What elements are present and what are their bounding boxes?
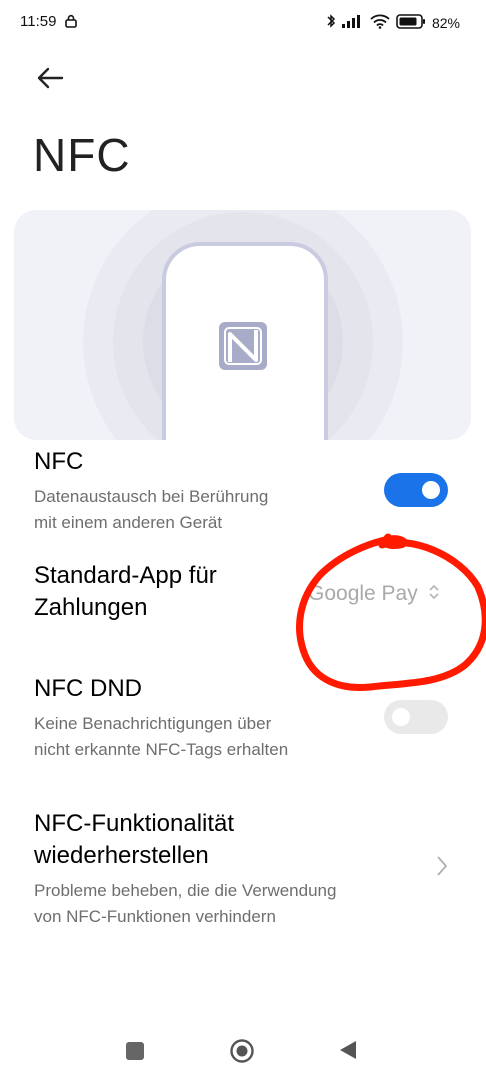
battery-percent: 82% bbox=[431, 15, 460, 31]
nfc-restore-row[interactable]: NFC-Funktionalität wiederherstellen Prob… bbox=[34, 808, 454, 928]
nfc-dnd-toggle[interactable] bbox=[384, 700, 448, 734]
restore-title-1: NFC-Funktionalität bbox=[34, 810, 235, 837]
signal-icon bbox=[341, 14, 364, 32]
restore-subtitle-2: von NFC-Funktionen verhindern bbox=[34, 907, 276, 926]
restore-title-2: wiederherstellen bbox=[34, 842, 209, 869]
nfc-dnd-title: NFC DND bbox=[34, 675, 142, 702]
page-title: NFC bbox=[33, 129, 131, 181]
wifi-icon bbox=[370, 14, 390, 33]
up-down-chevron-icon bbox=[428, 582, 440, 608]
nfc-setting-subtitle-2: mit einem anderen Gerät bbox=[34, 513, 223, 532]
home-button[interactable] bbox=[229, 1038, 255, 1069]
back-nav-button[interactable] bbox=[338, 1039, 358, 1066]
nfc-toggle[interactable] bbox=[384, 473, 448, 507]
status-icons: 82% bbox=[326, 13, 460, 33]
back-button[interactable] bbox=[34, 62, 66, 94]
battery-icon bbox=[396, 13, 426, 33]
nfc-illustration bbox=[14, 210, 471, 440]
lock-icon bbox=[64, 14, 77, 32]
chevron-right-icon bbox=[436, 855, 448, 882]
status-time: 11:59 bbox=[20, 13, 77, 32]
recents-button[interactable] bbox=[126, 1042, 144, 1060]
nfc-setting-title: NFC bbox=[34, 448, 84, 475]
nfc-dnd-subtitle-2: nicht erkannte NFC-Tags erhalten bbox=[34, 740, 289, 759]
restore-subtitle-1: Probleme beheben, die die Verwendung bbox=[34, 881, 337, 900]
payment-app-value[interactable]: Google Pay bbox=[308, 582, 440, 608]
nfc-logo-icon bbox=[219, 322, 267, 370]
bluetooth-icon bbox=[326, 13, 336, 33]
arrow-left-icon bbox=[34, 67, 66, 98]
